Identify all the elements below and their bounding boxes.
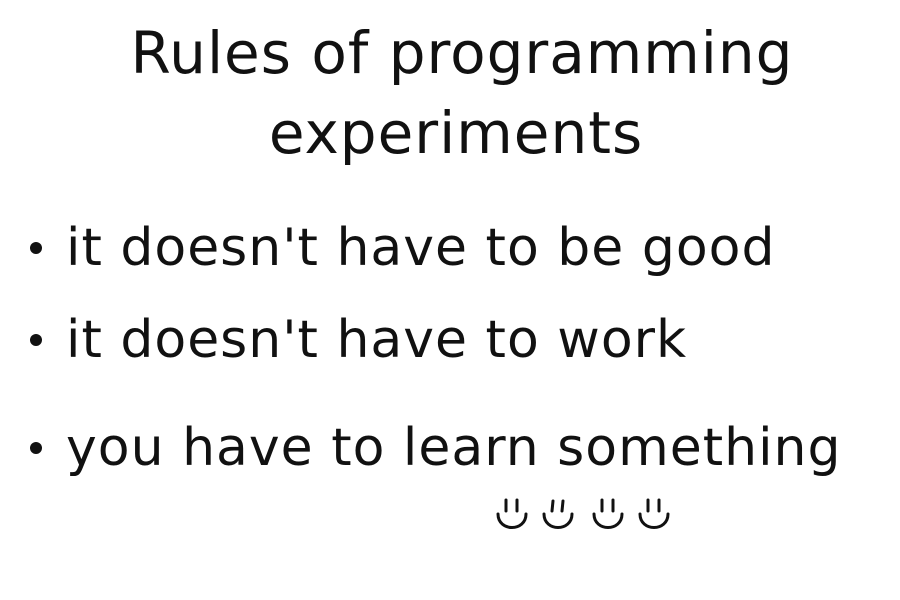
smiley-face-icon bbox=[592, 498, 624, 529]
smiley-face-icon bbox=[496, 498, 528, 529]
bullet-icon bbox=[30, 442, 42, 454]
rule-text-2: it doesn't have to work bbox=[66, 310, 688, 370]
bullet-icon bbox=[30, 334, 42, 346]
rule-item-3: you have to learn something bbox=[30, 413, 842, 483]
page-title-line-2: experiments bbox=[268, 99, 644, 167]
page-title-line-1: Rules of programming bbox=[130, 19, 794, 87]
drawing-canvas: Rules of programming experiments it does… bbox=[0, 0, 900, 600]
bullet-icon bbox=[30, 242, 42, 254]
rule-item-1: it doesn't have to be good bbox=[30, 213, 775, 283]
smiley-face-icon bbox=[638, 498, 670, 529]
smiley-row bbox=[494, 494, 672, 542]
rule-item-2: it doesn't have to work bbox=[30, 305, 687, 375]
rule-text-3: you have to learn something bbox=[66, 418, 842, 478]
smiley-face-icon bbox=[542, 499, 574, 529]
rule-text-1: it doesn't have to be good bbox=[66, 218, 776, 278]
